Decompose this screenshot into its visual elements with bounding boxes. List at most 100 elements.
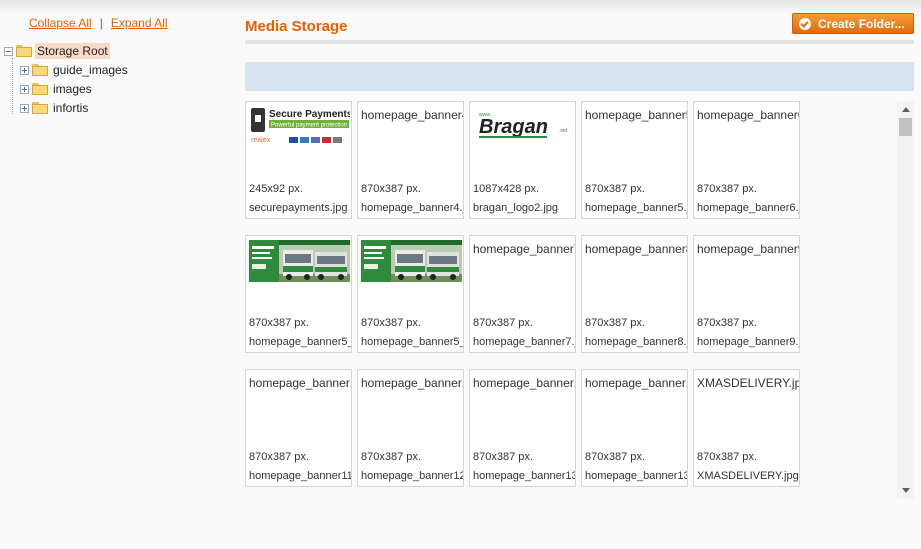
file-dimensions: 870x387 px.: [585, 317, 645, 329]
folder-open-icon: [16, 45, 32, 57]
file-name: homepage_banner8.jpg: [585, 336, 687, 348]
file-dimensions: 870x387 px.: [585, 183, 645, 195]
file-name: homepage_banner13: [473, 470, 576, 482]
file-tile[interactable]: homepage_banner6 870x387 px. homepage_bann…: [693, 101, 800, 219]
file-dimensions: 870x387 px.: [249, 317, 309, 329]
collapse-toggle-icon[interactable]: [4, 46, 13, 56]
upload-toolbar: [245, 62, 914, 91]
file-name: homepage_banner6.jpg: [697, 202, 799, 214]
file-thumbnail-alt-text: homepage_banner13: [473, 376, 576, 390]
file-name: homepage_banner5_: [361, 336, 464, 348]
file-dimensions: 870x387 px.: [361, 317, 421, 329]
file-name: homepage_banner5_: [249, 336, 352, 348]
file-dimensions: 870x387 px.: [361, 183, 421, 195]
grid-scrollbar[interactable]: [897, 101, 914, 499]
file-dimensions: 870x387 px.: [697, 183, 757, 195]
tree-node-images[interactable]: images: [20, 80, 94, 98]
bragan-logo-thumbnail: www. Bragan .net: [473, 106, 574, 148]
expand-all-link[interactable]: Expand All: [111, 16, 168, 30]
file-thumbnail-alt-text: homepage_banner5: [585, 108, 688, 122]
file-name: homepage_banner5.jpg: [585, 202, 687, 214]
file-thumbnail-alt-text: homepage_banner9: [697, 242, 800, 256]
file-dimensions: 870x387 px.: [361, 451, 421, 463]
link-separator: |: [99, 16, 103, 30]
file-thumbnail: [361, 240, 462, 282]
file-dimensions: 870x387 px.: [473, 317, 533, 329]
file-tile[interactable]: 870x387 px. homepage_banner5_: [357, 235, 464, 353]
file-name: homepage_banner9.jpg: [697, 336, 799, 348]
file-thumbnail-alt-text: homepage_banner8: [585, 242, 688, 256]
tree-toolbar: Collapse All | Expand All: [29, 16, 168, 30]
tree-node-storage-root[interactable]: Storage Root: [4, 42, 110, 60]
bragan-net: .net: [559, 128, 568, 134]
file-dimensions: 870x387 px.: [585, 451, 645, 463]
check-circle-icon: [799, 17, 811, 30]
expand-toggle-icon[interactable]: [20, 84, 29, 94]
page-title: Media Storage: [245, 18, 348, 35]
file-thumbnail-alt-text: homepage_banner12: [361, 376, 464, 390]
create-folder-label: Create Folder...: [818, 16, 905, 31]
file-dimensions: 870x387 px.: [697, 451, 757, 463]
trucks-banner-thumbnail: [361, 240, 462, 282]
tree-node-guide-images[interactable]: guide_images: [20, 61, 130, 79]
create-folder-button[interactable]: Create Folder...: [792, 13, 914, 34]
file-name: homepage_banner13.: [585, 470, 688, 482]
top-shade: [0, 0, 921, 14]
tree-connector: [12, 58, 13, 114]
file-dimensions: 1087x428 px.: [473, 183, 540, 195]
file-name: securepayments.jpg: [249, 202, 348, 214]
scroll-down-arrow-icon[interactable]: [902, 488, 910, 493]
file-tile[interactable]: www. Bragan .net 1087x428 px. bragan_logo…: [469, 101, 576, 219]
trucks-banner-thumbnail: [249, 240, 350, 282]
file-tile[interactable]: homepage_banner13 870x387 px. homepage_ban…: [469, 369, 576, 487]
file-thumbnail: www. Bragan .net: [473, 106, 574, 148]
file-tile[interactable]: homepage_banner5 870x387 px. homepage_bann…: [581, 101, 688, 219]
file-tile[interactable]: Secure Payments Powerful payment protect…: [245, 101, 352, 219]
file-dimensions: 870x387 px.: [249, 451, 309, 463]
scroll-up-arrow-icon[interactable]: [902, 107, 910, 112]
tree-node-label[interactable]: infortis: [51, 100, 90, 116]
collapse-all-link[interactable]: Collapse All: [29, 16, 92, 30]
tree-node-infortis[interactable]: infortis: [20, 99, 90, 117]
file-tile[interactable]: 870x387 px. homepage_banner5_: [245, 235, 352, 353]
file-tile[interactable]: homepage_banner9 870x387 px. homepage_bann…: [693, 235, 800, 353]
file-name: homepage_banner12: [361, 470, 464, 482]
file-name: homepage_banner7.jpg: [473, 336, 575, 348]
file-grid: Secure Payments Powerful payment protect…: [245, 101, 895, 501]
file-thumbnail-alt-text: homepage_banner4: [361, 108, 464, 122]
file-tile[interactable]: homepage_banner13 870x387 px. homepage_ban…: [581, 369, 688, 487]
title-divider: [245, 40, 914, 44]
bragan-wordmark: Bragan: [479, 116, 548, 138]
expand-toggle-icon[interactable]: [20, 103, 29, 113]
file-tile[interactable]: homepage_banner7 870x387 px. homepage_bann…: [469, 235, 576, 353]
file-thumbnail-alt-text: homepage_banner7: [473, 242, 576, 256]
file-dimensions: 245x92 px.: [249, 183, 303, 195]
file-tile[interactable]: XMASDELIVERY.jpg 870x387 px. XMASDELIVERY.…: [693, 369, 800, 487]
folder-icon: [32, 102, 48, 114]
file-tile[interactable]: homepage_banner8 870x387 px. homepage_bann…: [581, 235, 688, 353]
expand-toggle-icon[interactable]: [20, 65, 29, 75]
file-name: XMASDELIVERY.jpg: [697, 470, 799, 482]
secure-payments-thumbnail: Secure Payments Powerful payment protect…: [249, 106, 350, 148]
file-name: homepage_banner4.jpg: [361, 202, 463, 214]
file-thumbnail-alt-text: homepage_banner11: [249, 376, 352, 390]
file-name: homepage_banner11: [249, 470, 352, 482]
file-thumbnail: [249, 240, 350, 282]
file-tile[interactable]: homepage_banner11 870x387 px. homepage_ban…: [245, 369, 352, 487]
file-thumbnail-alt-text: XMASDELIVERY.jpg: [697, 376, 800, 390]
file-thumbnail-alt-text: homepage_banner13: [585, 376, 688, 390]
realex-text: realex: [251, 137, 271, 144]
tree-node-label[interactable]: guide_images: [51, 62, 130, 78]
tree-node-label[interactable]: Storage Root: [35, 43, 110, 59]
folder-icon: [32, 83, 48, 95]
scroll-thumb[interactable]: [899, 118, 912, 136]
file-dimensions: 870x387 px.: [697, 317, 757, 329]
file-name: bragan_logo2.jpg: [473, 202, 559, 214]
tree-node-label[interactable]: images: [51, 81, 94, 97]
secure-subtitle: Powerful payment protection: [271, 123, 347, 129]
file-thumbnail-alt-text: homepage_banner6: [697, 108, 800, 122]
file-tile[interactable]: homepage_banner12 870x387 px. homepage_ban…: [357, 369, 464, 487]
file-tile[interactable]: homepage_banner4 870x387 px. homepage_bann…: [357, 101, 464, 219]
file-thumbnail: Secure Payments Powerful payment protect…: [249, 106, 350, 148]
secure-title: Secure Payments: [269, 109, 350, 120]
